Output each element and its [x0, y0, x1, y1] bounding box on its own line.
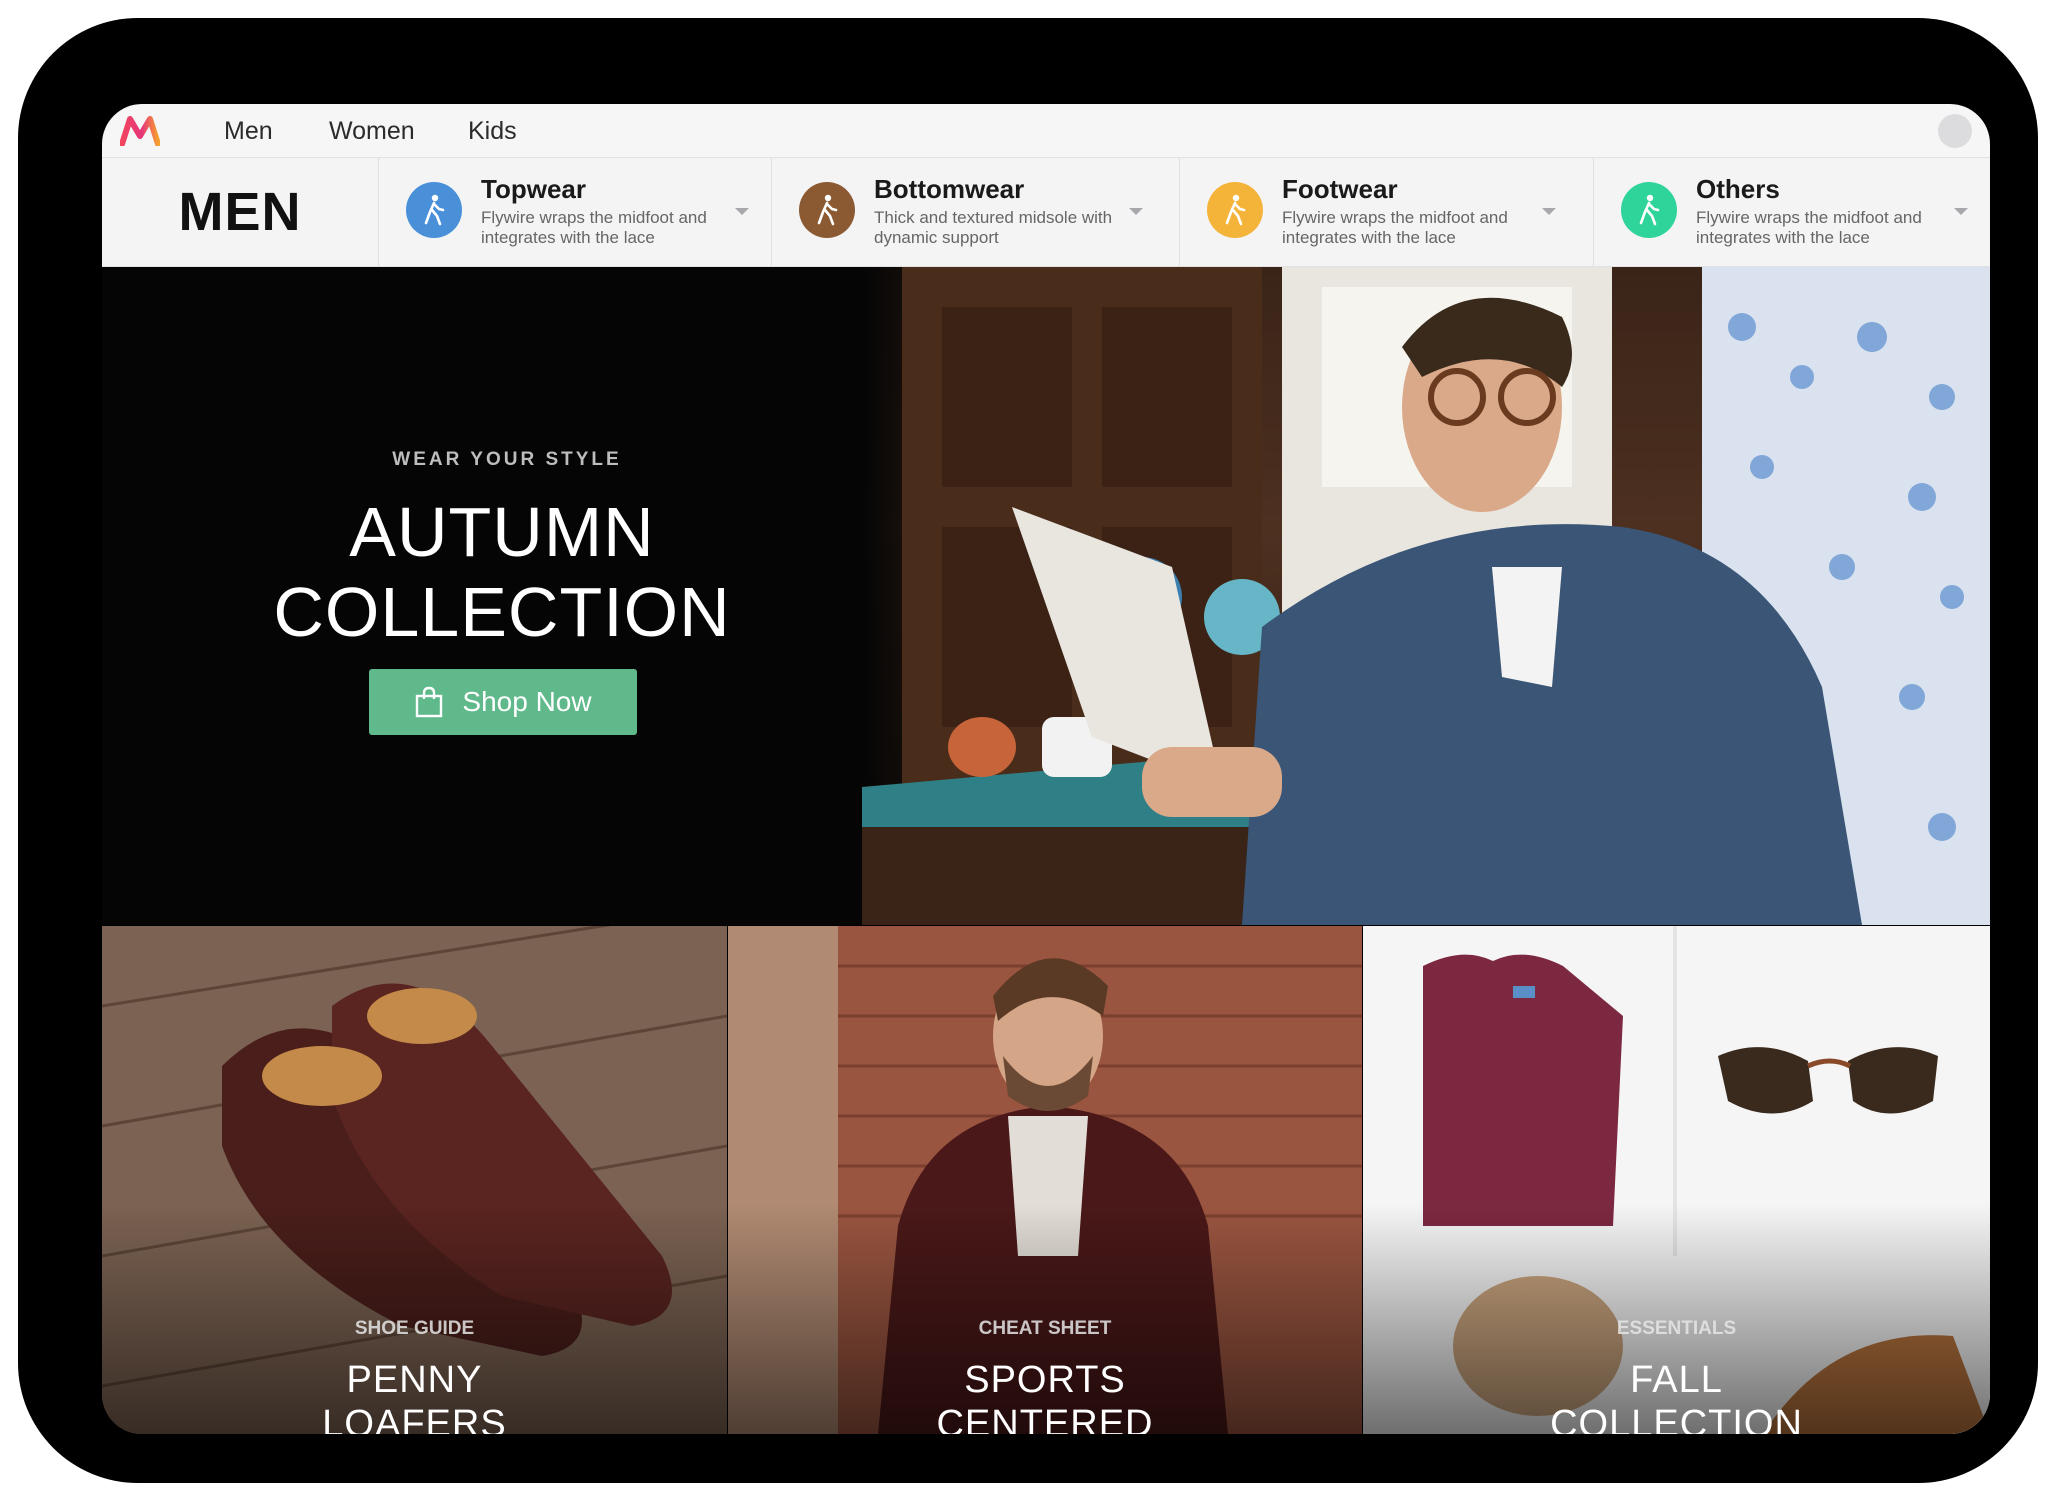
category-bar: MEN Topwear Flywire wraps the midfoot an… [102, 158, 1990, 267]
category-title: Others [1696, 174, 1780, 204]
category-description: Flywire wraps the midfoot and integrates … [1282, 208, 1508, 247]
walking-person-icon [799, 182, 855, 238]
tablet-frame: Men Women Kids MEN Topwear Flywire wraps… [18, 18, 2038, 1483]
chevron-down-icon[interactable] [1542, 208, 1556, 215]
category-title: Topwear [481, 174, 586, 204]
chevron-down-icon[interactable] [1129, 208, 1143, 215]
tile-title: FALL COLLECTION [1550, 1359, 1803, 1434]
nav-link-kids[interactable]: Kids [468, 117, 517, 146]
brand-logo-icon[interactable] [120, 116, 160, 146]
nav-link-men[interactable]: Men [224, 117, 273, 146]
tile-sports-centered[interactable]: CHEAT SHEET SPORTS CENTERED [728, 926, 1362, 1434]
walking-person-icon [406, 182, 462, 238]
category-topwear[interactable]: Topwear Flywire wraps the midfoot and int… [379, 158, 772, 266]
tile-penny-loafers[interactable]: SHOE GUIDE PENNY LOAFERS [102, 926, 727, 1434]
category-description: Flywire wraps the midfoot and integrates … [1696, 208, 1922, 247]
category-description: Thick and textured midsole with dynamic s… [874, 208, 1113, 247]
avatar[interactable] [1938, 114, 1972, 148]
walking-person-icon [1207, 182, 1263, 238]
shop-now-button[interactable]: Shop Now [369, 669, 637, 735]
tile-title: SPORTS CENTERED [936, 1359, 1154, 1434]
category-footwear[interactable]: Footwear Flywire wraps the midfoot and in… [1180, 158, 1594, 266]
shop-now-label: Shop Now [462, 686, 592, 717]
tile-overline: SHOE GUIDE [354, 1318, 475, 1339]
section-title: MEN [102, 158, 379, 266]
hero-title: AUTUMN COLLECTION [273, 493, 731, 651]
walking-person-icon [1621, 182, 1677, 238]
shopping-bag-icon [416, 686, 443, 718]
chevron-down-icon[interactable] [735, 208, 749, 215]
top-nav-bar: Men Women Kids [102, 104, 1990, 158]
tile-overline: ESSENTIALS [1616, 1318, 1737, 1339]
category-others[interactable]: Others Flywire wraps the midfoot and inte… [1594, 158, 1990, 266]
hero-overline: WEAR YOUR STYLE [392, 449, 622, 470]
category-title: Footwear [1282, 174, 1398, 204]
tile-fall-collection[interactable]: ESSENTIALS FALL COLLECTION [1363, 926, 1990, 1434]
category-title: Bottomwear [874, 174, 1025, 204]
category-description: Flywire wraps the midfoot and integrates … [481, 208, 707, 247]
tile-title: PENNY LOAFERS [322, 1359, 507, 1434]
chevron-down-icon[interactable] [1954, 208, 1968, 215]
hero-banner: WEAR YOUR STYLE AUTUMN COLLECTION Shop No… [102, 267, 1990, 925]
category-bottomwear[interactable]: Bottomwear Thick and textured midsole wi… [772, 158, 1180, 266]
tile-overline: CHEAT SHEET [978, 1318, 1112, 1339]
screen: Men Women Kids MEN Topwear Flywire wraps… [102, 104, 1990, 1434]
hero-photo [862, 267, 1990, 925]
nav-link-women[interactable]: Women [329, 117, 415, 146]
